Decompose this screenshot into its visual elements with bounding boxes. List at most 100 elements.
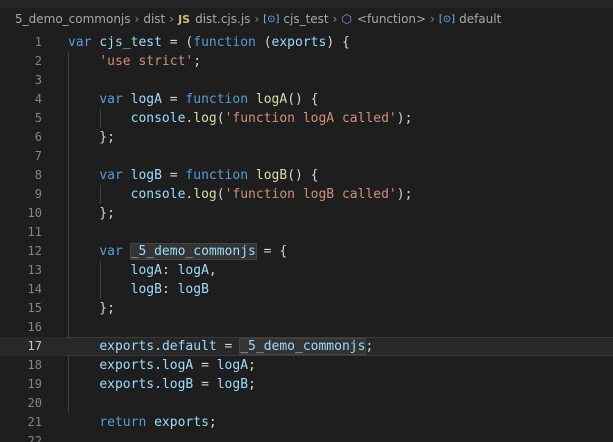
code-line[interactable]: 14 logB: logB: [0, 280, 613, 299]
code-token: (: [216, 187, 225, 202]
code-token: ;: [365, 339, 374, 354]
code-token: logB: [161, 377, 194, 392]
line-number: 19: [27, 377, 42, 391]
code-token: ;: [208, 415, 217, 430]
code-line[interactable]: 8 var logB = function logB() {: [0, 166, 613, 185]
code-token: =: [216, 339, 241, 354]
code-token: = (: [161, 35, 194, 50]
breadcrumb-label: dist.cjs.js: [195, 12, 251, 26]
code-line[interactable]: 2 'use strict';: [0, 52, 613, 71]
code-token: (: [255, 35, 272, 50]
code-token: .: [154, 358, 162, 373]
breadcrumb-item[interactable]: 5_demo_commonjs: [15, 12, 131, 26]
code-token: function: [193, 35, 256, 50]
breadcrumb-item[interactable]: dist: [143, 12, 165, 26]
code-token: exports: [154, 415, 209, 430]
code-token: = {: [255, 244, 288, 259]
line-number: 20: [27, 396, 42, 410]
code-token: logB: [255, 168, 288, 183]
line-number: 1: [34, 35, 42, 49]
code-text: };: [68, 128, 115, 147]
code-line[interactable]: 7: [0, 147, 613, 166]
line-number: 2: [34, 54, 42, 68]
code-token: ) {: [326, 35, 350, 50]
code-line[interactable]: 16: [0, 318, 613, 337]
code-text: exports.default = _5_demo_commonjs;: [68, 337, 373, 356]
code-line[interactable]: 12 var _5_demo_commonjs = {: [0, 242, 613, 261]
code-text: return exports;: [68, 413, 217, 432]
code-token: ,: [208, 263, 217, 278]
breadcrumb-item[interactable]: ⬡ <function>: [341, 12, 426, 26]
line-number: 11: [27, 225, 42, 239]
code-token: return: [99, 415, 147, 430]
code-editor[interactable]: 1 var cjs_test = (function (exports) {2 '…: [0, 33, 613, 442]
code-token: };: [68, 301, 115, 316]
line-number: 12: [27, 244, 42, 258]
code-line[interactable]: 21 return exports;: [0, 413, 613, 432]
code-line[interactable]: 11: [0, 223, 613, 242]
code-token: =: [193, 358, 217, 373]
code-token: :: [161, 263, 178, 278]
code-line[interactable]: 20: [0, 394, 613, 413]
code-text: };: [68, 204, 115, 223]
code-token: var: [99, 92, 123, 107]
code-token: logA: [130, 92, 162, 107]
line-number: 16: [27, 320, 42, 334]
code-line[interactable]: 19 exports.logB = logB;: [0, 375, 613, 394]
code-line[interactable]: 13 logA: logA,: [0, 261, 613, 280]
code-line[interactable]: 10 };: [0, 204, 613, 223]
code-line[interactable]: 9 console.log('function logB called');: [0, 185, 613, 204]
code-line[interactable]: 17 exports.default = _5_demo_commonjs;: [0, 337, 613, 356]
code-token: =: [161, 92, 186, 107]
line-number: 15: [27, 301, 42, 315]
breadcrumb-item[interactable]: [⊙] cjs_test: [263, 12, 328, 26]
code-line[interactable]: 15 };: [0, 299, 613, 318]
tab-strip-edge: [0, 0, 613, 8]
code-token: logB: [130, 168, 162, 183]
code-token: );: [396, 187, 413, 202]
code-token: 'function logA called': [224, 111, 397, 126]
code-text: 'use strict';: [68, 52, 201, 71]
code-text: logA: logA,: [68, 261, 217, 280]
breadcrumb-label: cjs_test: [283, 12, 329, 26]
code-text: var logB = function logB() {: [68, 166, 318, 185]
code-token: logB: [130, 282, 162, 297]
chevron-right-icon: ›: [134, 12, 140, 26]
code-line[interactable]: 1 var cjs_test = (function (exports) {: [0, 33, 613, 52]
code-token: exports: [99, 339, 155, 354]
code-token: logA: [255, 92, 288, 107]
code-token: (: [216, 111, 225, 126]
code-token: logB: [177, 282, 209, 297]
breadcrumb-label: <function>: [356, 12, 427, 26]
code-token: .: [154, 339, 162, 354]
code-token: exports: [99, 358, 155, 373]
code-text: };: [68, 299, 115, 318]
code-line[interactable]: 18 exports.logA = logA;: [0, 356, 613, 375]
line-number: 14: [27, 282, 42, 296]
code-line[interactable]: 4 var logA = function logA() {: [0, 90, 613, 109]
line-number: 22: [27, 434, 42, 442]
line-number: 17: [27, 339, 42, 353]
breadcrumb-label: 5_demo_commonjs: [15, 12, 131, 26]
code-line[interactable]: 6 };: [0, 128, 613, 147]
code-text: var cjs_test = (function (exports) {: [68, 33, 350, 52]
code-line[interactable]: 5 console.log('function logA called');: [0, 109, 613, 128]
code-line[interactable]: 22: [0, 432, 613, 442]
breadcrumb-item[interactable]: JS dist.cjs.js: [178, 12, 250, 26]
chevron-right-icon: ›: [254, 12, 260, 26]
chevron-right-icon: ›: [332, 12, 338, 26]
line-number: 18: [27, 358, 42, 372]
breadcrumb-item[interactable]: [⊙] default: [439, 12, 501, 26]
code-text: var logA = function logA() {: [68, 90, 318, 109]
code-token: cjs_test: [99, 35, 162, 50]
code-token: console: [130, 111, 186, 126]
code-token: function: [185, 92, 249, 107]
code-line[interactable]: 3: [0, 71, 613, 90]
